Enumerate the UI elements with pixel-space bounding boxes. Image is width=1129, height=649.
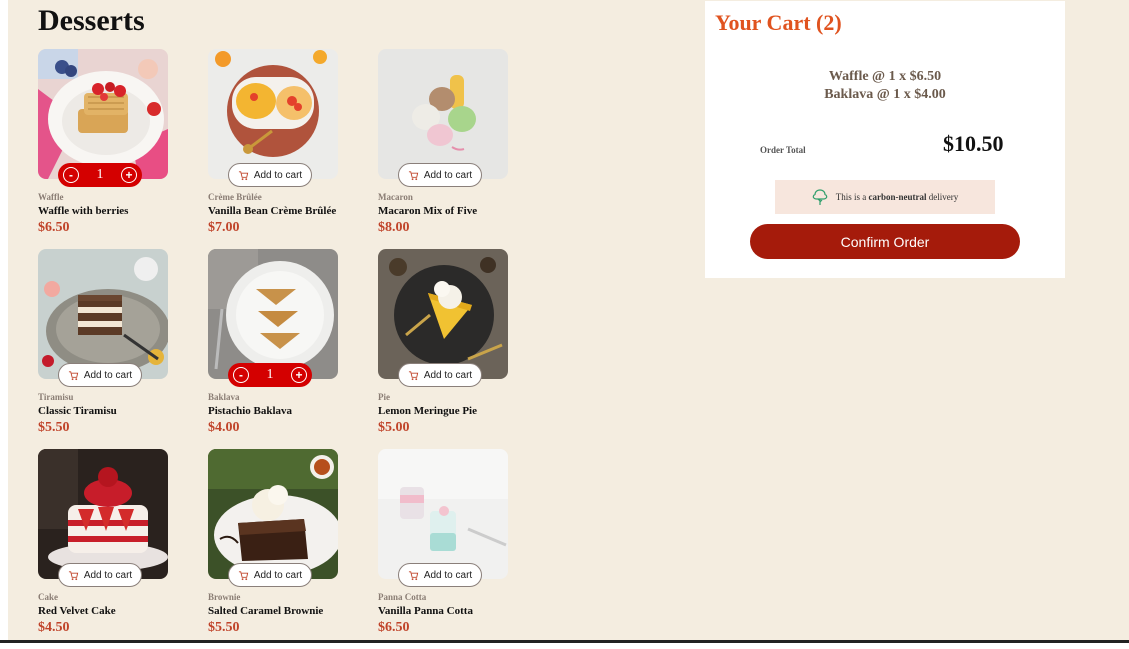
cart-items: Waffle @ 1 x $6.50 Baklava @ 1 x $4.00 bbox=[705, 68, 1065, 104]
product-image[interactable] bbox=[38, 49, 168, 179]
product-name: Red Velvet Cake bbox=[38, 605, 116, 617]
quantity-value: 1 bbox=[96, 167, 104, 182]
decrement-button[interactable]: - bbox=[63, 167, 79, 183]
cart-title: Your Cart (2) bbox=[715, 10, 842, 35]
product-image[interactable] bbox=[38, 449, 168, 579]
add-to-cart-label: Add to cart bbox=[423, 569, 473, 581]
confirm-order-button[interactable]: Confirm Order bbox=[750, 224, 1020, 259]
product-name: Waffle with berries bbox=[38, 205, 129, 217]
product-card: - 1 + Waffle Waffle with berries $6.50 bbox=[38, 49, 188, 249]
product-category: Macaron bbox=[378, 192, 413, 202]
quantity-value: 1 bbox=[266, 367, 274, 382]
product-image[interactable] bbox=[378, 49, 508, 179]
cart-icon bbox=[408, 370, 419, 380]
cart-item: Baklava @ 1 x $4.00 bbox=[824, 87, 946, 102]
product-card: Add to cart Cake Red Velvet Cake $4.50 bbox=[38, 449, 188, 649]
product-card: - 1 + Baklava Pistachio Baklava $4.00 bbox=[208, 249, 358, 449]
add-to-cart-button[interactable]: Add to cart bbox=[398, 363, 482, 387]
order-total-label: Order Total bbox=[760, 145, 806, 155]
product-price: $6.50 bbox=[378, 620, 410, 635]
product-card: Add to cart Pie Lemon Meringue Pie $5.00 bbox=[378, 249, 528, 449]
tree-icon bbox=[812, 189, 828, 205]
cart-icon bbox=[408, 570, 419, 580]
decrement-button[interactable]: - bbox=[233, 367, 249, 383]
product-name: Vanilla Panna Cotta bbox=[378, 605, 473, 617]
product-price: $7.00 bbox=[208, 220, 240, 235]
product-category: Tiramisu bbox=[38, 392, 74, 402]
product-card: Add to cart Panna Cotta Vanilla Panna Co… bbox=[378, 449, 528, 649]
cart-panel: Your Cart (2) Waffle @ 1 x $6.50 Baklava… bbox=[705, 1, 1065, 278]
add-to-cart-label: Add to cart bbox=[83, 569, 133, 581]
product-image[interactable] bbox=[378, 249, 508, 379]
product-image[interactable] bbox=[208, 49, 338, 179]
product-price: $5.50 bbox=[38, 420, 70, 435]
product-price: $6.50 bbox=[38, 220, 70, 235]
product-image[interactable] bbox=[208, 249, 338, 379]
add-to-cart-button[interactable]: Add to cart bbox=[398, 563, 482, 587]
product-name: Pistachio Baklava bbox=[208, 405, 293, 417]
page-title: Desserts bbox=[38, 4, 145, 37]
product-price: $4.50 bbox=[38, 620, 70, 635]
product-price: $4.00 bbox=[208, 420, 240, 435]
add-to-cart-button[interactable]: Add to cart bbox=[398, 163, 482, 187]
increment-button[interactable]: + bbox=[291, 367, 307, 383]
product-image[interactable] bbox=[38, 249, 168, 379]
add-to-cart-label: Add to cart bbox=[83, 369, 133, 381]
product-price: $5.50 bbox=[208, 620, 240, 635]
add-to-cart-button[interactable]: Add to cart bbox=[228, 563, 312, 587]
increment-button[interactable]: + bbox=[121, 167, 137, 183]
carbon-neutral-notice: This is a carbon-neutral delivery bbox=[775, 180, 995, 214]
product-name: Lemon Meringue Pie bbox=[378, 405, 477, 417]
cart-icon bbox=[238, 170, 249, 180]
product-price: $5.00 bbox=[378, 420, 410, 435]
add-to-cart-button[interactable]: Add to cart bbox=[228, 163, 312, 187]
add-to-cart-label: Add to cart bbox=[423, 369, 473, 381]
product-category: Brownie bbox=[208, 592, 241, 602]
add-to-cart-label: Add to cart bbox=[423, 169, 473, 181]
product-category: Waffle bbox=[38, 192, 64, 202]
cart-icon bbox=[68, 370, 79, 380]
product-image[interactable] bbox=[208, 449, 338, 579]
product-card: Add to cart Tiramisu Classic Tiramisu $5… bbox=[38, 249, 188, 449]
product-card: Add to cart Macaron Macaron Mix of Five … bbox=[378, 49, 528, 249]
cart-item: Waffle @ 1 x $6.50 bbox=[828, 69, 942, 84]
product-image[interactable] bbox=[378, 449, 508, 579]
product-category: Panna Cotta bbox=[378, 592, 427, 602]
quantity-control: - 1 + bbox=[228, 363, 312, 387]
product-name: Classic Tiramisu bbox=[38, 405, 117, 417]
quantity-control: - 1 + bbox=[58, 163, 142, 187]
product-name: Macaron Mix of Five bbox=[378, 205, 478, 217]
add-to-cart-label: Add to cart bbox=[253, 569, 303, 581]
order-total-value: $10.50 bbox=[943, 131, 1004, 156]
product-category: Baklava bbox=[208, 392, 240, 402]
cart-icon bbox=[408, 170, 419, 180]
product-card: Add to cart Crème Brûlée Vanilla Bean Cr… bbox=[208, 49, 358, 249]
product-name: Salted Caramel Brownie bbox=[208, 605, 324, 617]
cart-icon bbox=[238, 570, 249, 580]
product-card: Add to cart Brownie Salted Caramel Brown… bbox=[208, 449, 358, 649]
product-category: Cake bbox=[38, 592, 58, 602]
carbon-text: This is a carbon-neutral delivery bbox=[835, 192, 959, 202]
product-category: Crème Brûlée bbox=[208, 192, 262, 202]
add-to-cart-button[interactable]: Add to cart bbox=[58, 363, 142, 387]
product-price: $8.00 bbox=[378, 220, 410, 235]
add-to-cart-label: Add to cart bbox=[253, 169, 303, 181]
product-name: Vanilla Bean Crème Brûlée bbox=[208, 205, 337, 217]
cart-icon bbox=[68, 570, 79, 580]
product-category: Pie bbox=[378, 392, 390, 402]
add-to-cart-button[interactable]: Add to cart bbox=[58, 563, 142, 587]
